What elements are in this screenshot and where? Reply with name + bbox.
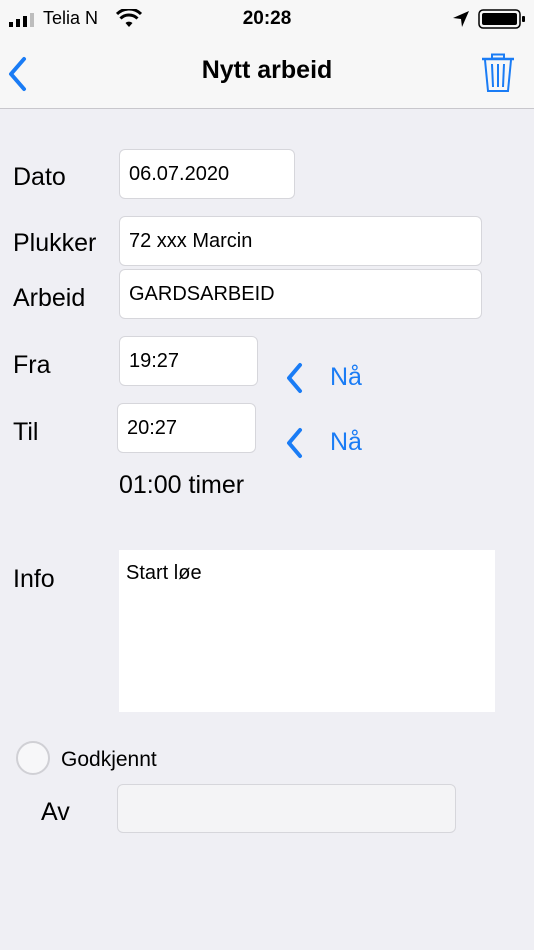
til-now-button[interactable]: Nå	[284, 425, 374, 461]
status-bar: Telia N 20:28	[0, 0, 534, 36]
info-textarea[interactable]: Start løe	[119, 550, 495, 712]
dato-label: Dato	[13, 163, 66, 191]
av-field[interactable]	[117, 784, 456, 833]
til-now-label: Nå	[330, 428, 362, 456]
fra-now-label: Nå	[330, 363, 362, 391]
battery-icon	[478, 9, 525, 29]
godkjent-label: Godkjennt	[61, 748, 157, 771]
godkjent-radio[interactable]	[16, 741, 50, 775]
navigation-bar: Nytt arbeid	[0, 36, 534, 109]
arbeid-field[interactable]: GARDSARBEID	[119, 269, 482, 319]
chevron-left-icon	[287, 363, 302, 393]
til-label: Til	[13, 418, 39, 446]
plukker-field[interactable]: 72 xxx Marcin	[119, 216, 482, 266]
page-title: Nytt arbeid	[201, 56, 333, 84]
arbeid-label: Arbeid	[13, 284, 86, 312]
location-arrow-icon	[453, 11, 469, 27]
chevron-left-icon	[287, 428, 302, 458]
info-label: Info	[13, 565, 55, 593]
fra-label: Fra	[13, 351, 51, 379]
trash-icon[interactable]	[480, 53, 516, 93]
til-field[interactable]: 20:27	[117, 403, 256, 453]
av-label: Av	[41, 798, 70, 826]
dato-field[interactable]: 06.07.2020	[119, 149, 295, 199]
fra-field[interactable]: 19:27	[119, 336, 258, 386]
plukker-label: Plukker	[13, 229, 97, 257]
fra-now-button[interactable]: Nå	[284, 360, 374, 396]
duration-text: 01:00 timer	[119, 471, 245, 499]
